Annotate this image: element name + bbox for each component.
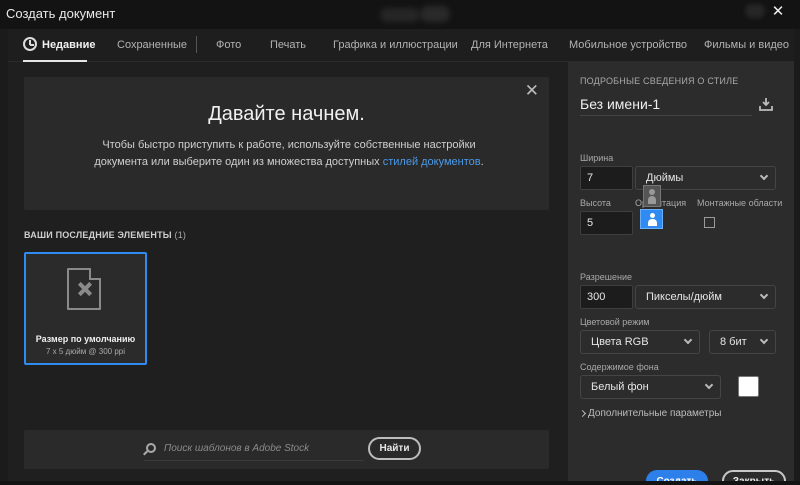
close-icon[interactable]: ✕ bbox=[525, 81, 539, 101]
background-value: Белый фон bbox=[591, 381, 649, 393]
chevron-down-icon bbox=[759, 335, 769, 345]
new-document-dialog: Недавние Сохраненные Фото Печать Графика… bbox=[8, 29, 794, 485]
window-close-icon[interactable]: ✕ bbox=[756, 0, 800, 22]
background-select[interactable]: Белый фон bbox=[580, 375, 721, 399]
presets-panel: ✕ Давайте начнем. Чтобы быстро приступит… bbox=[8, 62, 568, 481]
title-bar: Создать документ ✕ bbox=[0, 0, 800, 29]
resolution-input[interactable]: 300 bbox=[580, 285, 633, 309]
artboards-checkbox[interactable] bbox=[704, 217, 715, 228]
stock-search-bar: Поиск шаблонов в Adobe Stock Найти bbox=[24, 430, 549, 469]
document-name-input[interactable]: Без имени-1 bbox=[580, 96, 752, 116]
resolution-unit-value: Пикселы/дюйм bbox=[646, 291, 722, 303]
tab-photo[interactable]: Фото bbox=[216, 39, 241, 51]
recent-count: (1) bbox=[174, 230, 187, 240]
recent-item-name: Размер по умолчанию bbox=[35, 334, 136, 344]
bit-depth-select[interactable]: 8 бит bbox=[709, 330, 776, 354]
tab-print[interactable]: Печать bbox=[270, 39, 306, 51]
width-input[interactable]: 7 bbox=[580, 166, 633, 190]
background-label: Содержимое фона bbox=[580, 362, 659, 372]
search-underline bbox=[144, 460, 364, 461]
tab-mobile[interactable]: Мобильное устройство bbox=[569, 39, 687, 51]
presets-link[interactable]: стилей документов bbox=[383, 156, 481, 168]
tab-saved[interactable]: Сохраненные bbox=[117, 39, 187, 51]
portrait-orientation-icon[interactable] bbox=[643, 185, 661, 207]
tab-divider bbox=[196, 36, 197, 53]
bit-depth-value: 8 бит bbox=[720, 336, 747, 348]
advanced-options-toggle[interactable]: Дополнительные параметры bbox=[588, 408, 721, 419]
height-label: Высота bbox=[580, 198, 611, 208]
bottom-edge bbox=[0, 481, 800, 485]
recent-title: ВАШИ ПОСЛЕДНИЕ ЭЛЕМЕНТЫ bbox=[24, 230, 172, 240]
find-button[interactable]: Найти bbox=[368, 437, 421, 460]
artboards-label: Монтажные области bbox=[697, 198, 783, 208]
tab-film-video[interactable]: Фильмы и видео bbox=[704, 39, 789, 51]
save-preset-icon[interactable] bbox=[759, 97, 773, 111]
recent-item-meta: 7 x 5 дюйм @ 300 ppi bbox=[45, 347, 125, 356]
chevron-down-icon bbox=[704, 380, 714, 390]
preset-details-panel: ПОДРОБНЫЕ СВЕДЕНИЯ О СТИЛЕ Без имени-1 Ш… bbox=[568, 62, 794, 485]
preset-tabs: Недавние Сохраненные Фото Печать Графика… bbox=[8, 29, 794, 62]
resolution-unit-select[interactable]: Пикселы/дюйм bbox=[635, 285, 776, 309]
recent-item-card[interactable]: Размер по умолчанию 7 x 5 дюйм @ 300 ppi bbox=[24, 252, 147, 365]
welcome-title: Давайте начнем. bbox=[208, 103, 365, 125]
document-pen-icon bbox=[67, 268, 101, 310]
welcome-suffix: . bbox=[480, 156, 484, 168]
stock-search-input[interactable]: Поиск шаблонов в Adobe Stock bbox=[164, 443, 309, 454]
background-blur bbox=[420, 6, 450, 22]
color-mode-value: Цвета RGB bbox=[591, 336, 649, 348]
color-mode-label: Цветовой режим bbox=[580, 317, 650, 327]
background-blur bbox=[380, 8, 420, 22]
chevron-down-icon bbox=[759, 290, 769, 300]
window-title: Создать документ bbox=[6, 6, 116, 21]
welcome-banner: ✕ Давайте начнем. Чтобы быстро приступит… bbox=[24, 77, 549, 210]
recent-items-heading: ВАШИ ПОСЛЕДНИЕ ЭЛЕМЕНТЫ (1) bbox=[24, 230, 186, 240]
color-mode-select[interactable]: Цвета RGB bbox=[580, 330, 700, 354]
search-icon bbox=[146, 443, 156, 453]
tab-art-illustration[interactable]: Графика и иллюстрации bbox=[333, 39, 458, 51]
width-unit-value: Дюймы bbox=[646, 172, 684, 184]
background-color-swatch[interactable] bbox=[738, 376, 759, 397]
details-title: ПОДРОБНЫЕ СВЕДЕНИЯ О СТИЛЕ bbox=[580, 76, 739, 86]
chevron-down-icon bbox=[759, 171, 769, 181]
welcome-text: Чтобы быстро приступить к работе, исполь… bbox=[94, 137, 484, 171]
tab-web[interactable]: Для Интернета bbox=[471, 39, 548, 51]
clock-icon bbox=[23, 37, 37, 51]
width-label: Ширина bbox=[580, 153, 614, 163]
height-input[interactable]: 5 bbox=[580, 211, 633, 235]
landscape-orientation-icon[interactable] bbox=[640, 209, 663, 229]
tab-recent[interactable]: Недавние bbox=[42, 39, 95, 51]
resolution-label: Разрешение bbox=[580, 272, 632, 282]
chevron-down-icon bbox=[683, 335, 693, 345]
